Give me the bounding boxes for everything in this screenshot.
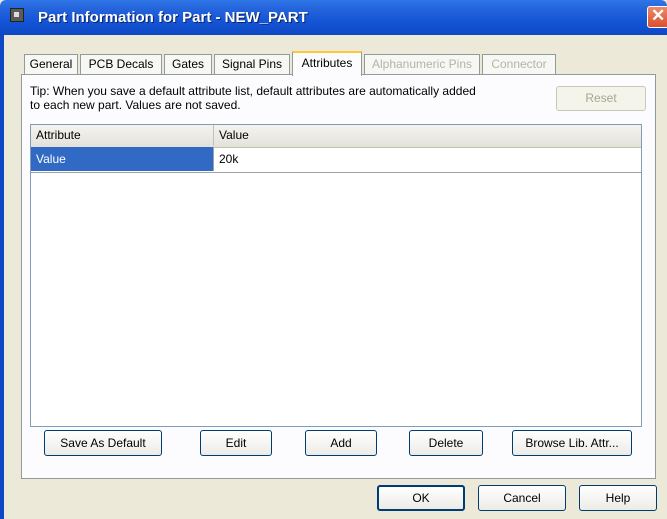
help-button[interactable]: Help bbox=[579, 485, 657, 511]
reset-button[interactable]: Reset bbox=[556, 86, 646, 111]
tab-signal-pins[interactable]: Signal Pins bbox=[214, 54, 290, 75]
column-header-value[interactable]: Value bbox=[214, 125, 641, 146]
cancel-button[interactable]: Cancel bbox=[478, 485, 566, 511]
tab-general[interactable]: General bbox=[24, 54, 78, 75]
add-button[interactable]: Add bbox=[305, 430, 377, 456]
column-header-attribute[interactable]: Attribute bbox=[31, 125, 214, 146]
window-title: Part Information for Part - NEW_PART bbox=[38, 9, 308, 26]
close-button[interactable]: ✕ bbox=[647, 6, 667, 28]
value-cell[interactable]: 20k bbox=[214, 147, 641, 171]
save-as-default-button[interactable]: Save As Default bbox=[44, 430, 162, 456]
grid-header: Attribute Value bbox=[31, 125, 641, 148]
close-icon: ✕ bbox=[651, 6, 666, 25]
edit-button[interactable]: Edit bbox=[200, 430, 272, 456]
window-frame bbox=[0, 35, 4, 519]
ok-button[interactable]: OK bbox=[377, 485, 465, 511]
attributes-grid[interactable]: Attribute Value Value 20k bbox=[30, 124, 642, 427]
tab-attributes[interactable]: Attributes bbox=[292, 51, 362, 76]
table-row[interactable]: Value 20k bbox=[31, 147, 641, 173]
tab-alphanumeric-pins[interactable]: Alphanumeric Pins bbox=[364, 54, 480, 75]
tab-connector[interactable]: Connector bbox=[482, 54, 556, 75]
browse-lib-attr-button[interactable]: Browse Lib. Attr... bbox=[512, 430, 632, 456]
title-bar[interactable]: Part Information for Part - NEW_PART ✕ bbox=[0, 0, 667, 35]
attribute-cell[interactable]: Value bbox=[31, 147, 214, 171]
app-icon[interactable] bbox=[10, 8, 24, 22]
tab-pcb-decals[interactable]: PCB Decals bbox=[80, 54, 162, 75]
delete-button[interactable]: Delete bbox=[409, 430, 483, 456]
tip-text: Tip: When you save a default attribute l… bbox=[30, 84, 476, 112]
tab-gates[interactable]: Gates bbox=[164, 54, 212, 75]
